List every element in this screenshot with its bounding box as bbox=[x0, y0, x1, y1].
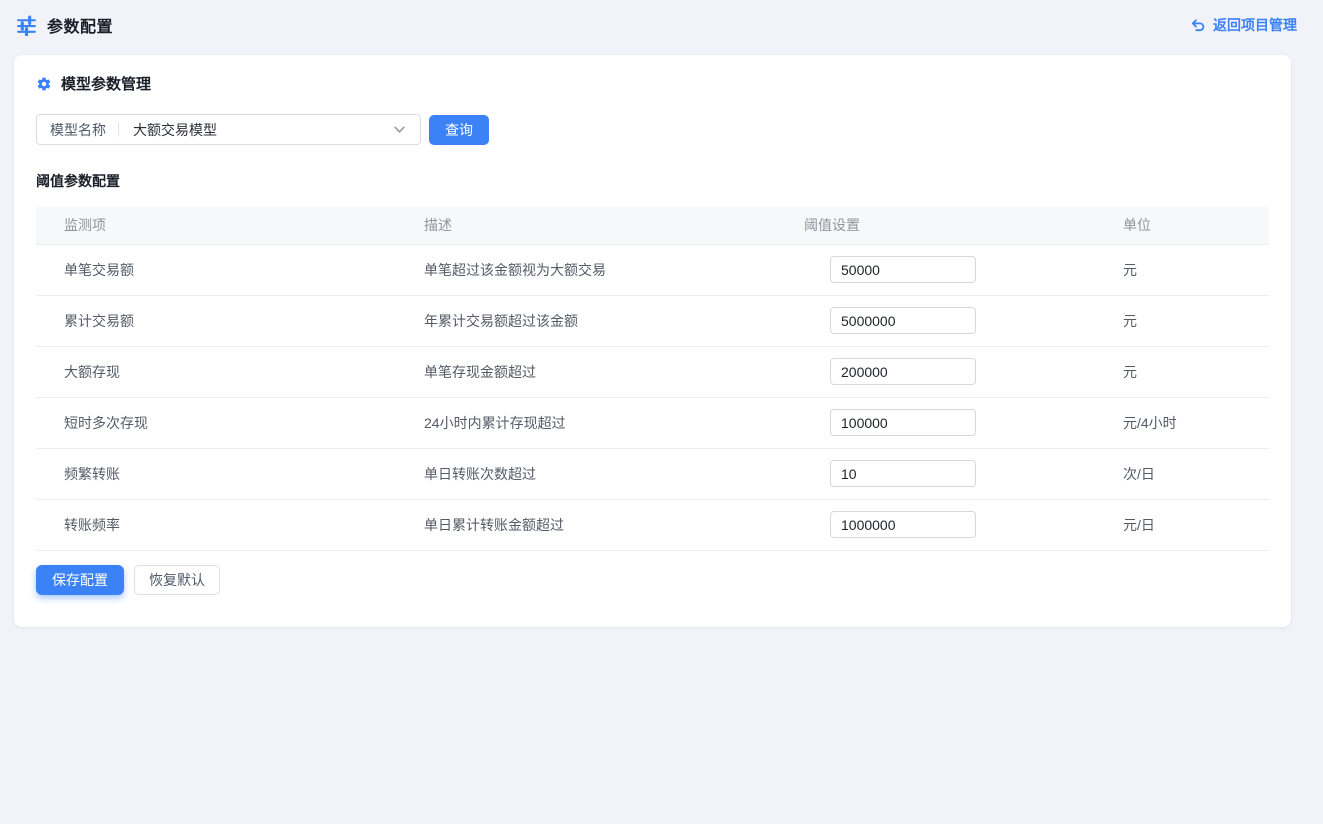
description-cell: 年累计交易额超过该金额 bbox=[396, 295, 776, 346]
threshold-table-body: 单笔交易额 单笔超过该金额视为大额交易 元 累计交易额 年累计交易额超过该金额 … bbox=[36, 244, 1269, 550]
description-cell: 24小时内累计存现超过 bbox=[396, 397, 776, 448]
return-arrow-icon bbox=[1190, 17, 1206, 33]
threshold-section-title: 阈值参数配置 bbox=[36, 171, 1269, 191]
threshold-cell bbox=[776, 499, 1095, 550]
gear-icon bbox=[36, 76, 52, 92]
table-row: 频繁转账 单日转账次数超过 次/日 bbox=[36, 448, 1269, 499]
description-cell: 单笔存现金额超过 bbox=[396, 346, 776, 397]
save-config-button[interactable]: 保存配置 bbox=[36, 565, 124, 595]
threshold-input[interactable] bbox=[830, 256, 976, 283]
table-header: 监测项 描述 阈值设置 单位 bbox=[36, 207, 1269, 244]
chevron-down-icon bbox=[393, 123, 406, 136]
monitor-item-cell: 单笔交易额 bbox=[36, 244, 396, 295]
unit-cell: 元/4小时 bbox=[1095, 397, 1269, 448]
model-name-label: 模型名称 bbox=[37, 115, 119, 144]
sliders-icon bbox=[16, 15, 37, 36]
threshold-input[interactable] bbox=[830, 460, 976, 487]
table-row: 累计交易额 年累计交易额超过该金额 元 bbox=[36, 295, 1269, 346]
threshold-input[interactable] bbox=[830, 511, 976, 538]
back-to-project-link[interactable]: 返回项目管理 bbox=[1190, 15, 1297, 35]
table-row: 短时多次存现 24小时内累计存现超过 元/4小时 bbox=[36, 397, 1269, 448]
monitor-item-cell: 短时多次存现 bbox=[36, 397, 396, 448]
description-cell: 单日累计转账金额超过 bbox=[396, 499, 776, 550]
column-header-monitor-item: 监测项 bbox=[36, 207, 396, 244]
unit-cell: 次/日 bbox=[1095, 448, 1269, 499]
monitor-item-cell: 大额存现 bbox=[36, 346, 396, 397]
section-title-row: 模型参数管理 bbox=[36, 73, 1269, 94]
threshold-table: 监测项 描述 阈值设置 单位 单笔交易额 单笔超过该金额视为大额交易 元 累计交… bbox=[36, 207, 1269, 551]
header-left: 参数配置 bbox=[16, 13, 113, 37]
monitor-item-cell: 累计交易额 bbox=[36, 295, 396, 346]
restore-default-button[interactable]: 恢复默认 bbox=[134, 565, 220, 595]
model-name-selected-value: 大额交易模型 bbox=[133, 120, 217, 140]
table-row: 大额存现 单笔存现金额超过 元 bbox=[36, 346, 1269, 397]
monitor-item-cell: 转账频率 bbox=[36, 499, 396, 550]
section-title: 模型参数管理 bbox=[61, 73, 151, 94]
page-title: 参数配置 bbox=[47, 13, 113, 37]
model-parameter-card: 模型参数管理 模型名称 大额交易模型 查询 阈值参数配置 监测项 描述 bbox=[14, 55, 1291, 627]
column-header-unit: 单位 bbox=[1095, 207, 1269, 244]
unit-cell: 元 bbox=[1095, 244, 1269, 295]
model-name-select[interactable]: 大额交易模型 bbox=[119, 115, 420, 144]
threshold-cell bbox=[776, 397, 1095, 448]
threshold-cell bbox=[776, 295, 1095, 346]
back-link-label: 返回项目管理 bbox=[1213, 15, 1297, 35]
table-row: 单笔交易额 单笔超过该金额视为大额交易 元 bbox=[36, 244, 1269, 295]
threshold-input[interactable] bbox=[830, 409, 976, 436]
threshold-input[interactable] bbox=[830, 307, 976, 334]
table-row: 转账频率 单日累计转账金额超过 元/日 bbox=[36, 499, 1269, 550]
column-header-description: 描述 bbox=[396, 207, 776, 244]
unit-cell: 元/日 bbox=[1095, 499, 1269, 550]
description-cell: 单日转账次数超过 bbox=[396, 448, 776, 499]
model-name-select-group: 模型名称 大额交易模型 bbox=[36, 114, 421, 145]
top-header: 参数配置 返回项目管理 bbox=[0, 0, 1323, 50]
threshold-cell bbox=[776, 448, 1095, 499]
threshold-cell bbox=[776, 346, 1095, 397]
column-header-threshold: 阈值设置 bbox=[776, 207, 1095, 244]
query-row: 模型名称 大额交易模型 查询 bbox=[36, 114, 1269, 145]
description-cell: 单笔超过该金额视为大额交易 bbox=[396, 244, 776, 295]
threshold-input[interactable] bbox=[830, 358, 976, 385]
monitor-item-cell: 频繁转账 bbox=[36, 448, 396, 499]
actions-row: 保存配置 恢复默认 bbox=[36, 565, 1269, 595]
threshold-cell bbox=[776, 244, 1095, 295]
unit-cell: 元 bbox=[1095, 295, 1269, 346]
unit-cell: 元 bbox=[1095, 346, 1269, 397]
query-button[interactable]: 查询 bbox=[429, 115, 489, 145]
